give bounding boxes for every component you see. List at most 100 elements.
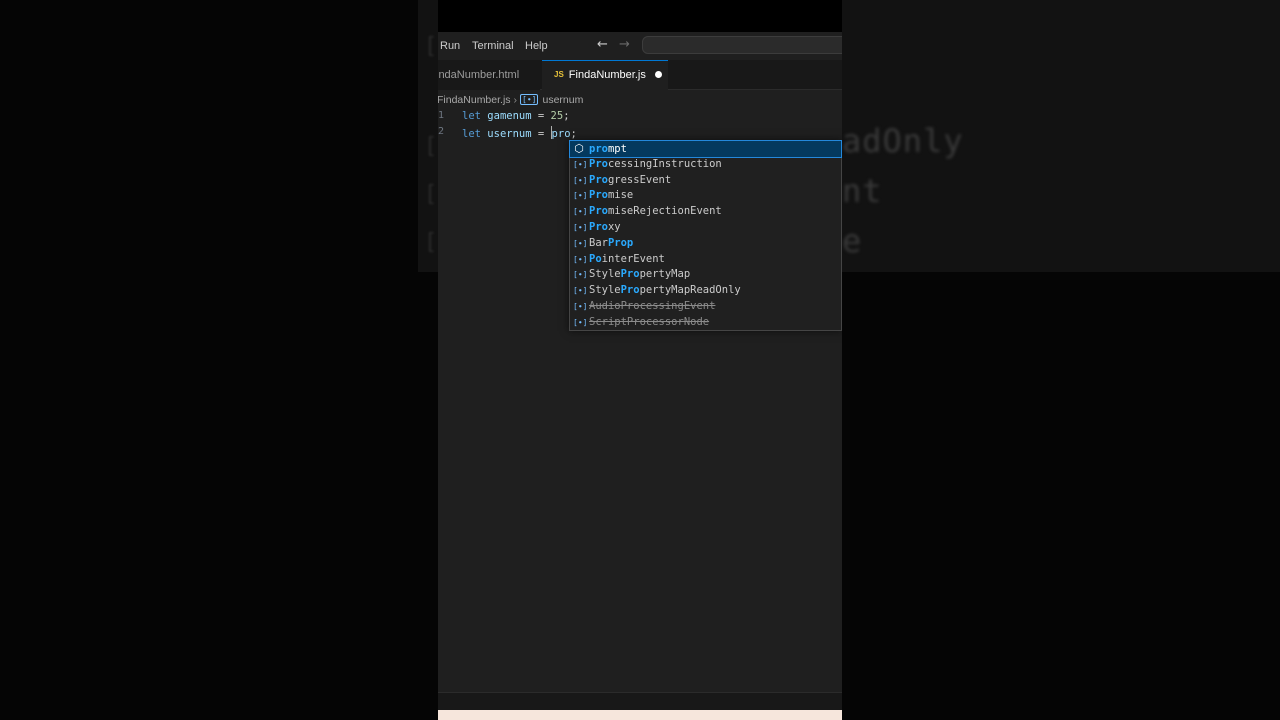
menu-terminal[interactable]: Terminal bbox=[472, 40, 514, 52]
suggestion-label: Promise bbox=[589, 189, 633, 201]
suggestion-item[interactable]: [∙] ScriptProcessorNode bbox=[570, 315, 841, 331]
breadcrumb-symbol[interactable]: usernum bbox=[542, 94, 583, 106]
menu-help[interactable]: Help bbox=[525, 40, 548, 52]
suggestion-item[interactable]: [∙] BarProp bbox=[570, 236, 841, 252]
operator: = bbox=[537, 110, 545, 122]
variable-icon: [∙] bbox=[573, 286, 588, 296]
background-ghost-text: nt bbox=[842, 172, 883, 210]
identifier: gamenum bbox=[487, 110, 532, 122]
autocomplete-widget: ⬡ prompt [∙] ProcessingInstruction [∙] Progre… bbox=[569, 140, 842, 331]
suggestion-label: PromiseRejectionEvent bbox=[589, 205, 722, 217]
keyword: let bbox=[462, 110, 481, 122]
identifier: usernum bbox=[487, 128, 532, 140]
suggestion-match: Pro bbox=[589, 157, 608, 170]
javascript-file-icon: JS bbox=[554, 70, 564, 79]
command-center-search[interactable] bbox=[642, 36, 842, 54]
variable-icon: [∙] bbox=[573, 254, 588, 264]
suggestion-label: ScriptProcessorNode bbox=[589, 316, 709, 328]
variable-icon: [∙] bbox=[573, 159, 588, 169]
suggestion-match: Po bbox=[589, 252, 602, 265]
bottom-bar bbox=[438, 710, 842, 720]
suggestion-text: pertyMap bbox=[639, 268, 691, 281]
editor-tabs: indaNumber.html JS FindaNumber.js bbox=[438, 60, 842, 90]
suggestion-text: ScriptProcessorNode bbox=[589, 315, 710, 328]
suggestion-item[interactable]: ⬡ prompt bbox=[569, 140, 842, 158]
suggestion-text: cessingInstruction bbox=[607, 157, 722, 170]
background-ghost-bracket: [ bbox=[424, 34, 438, 59]
suggestion-match: Pro bbox=[620, 268, 640, 281]
line-number: 1 bbox=[438, 110, 445, 121]
suggestion-text: Bar bbox=[589, 236, 608, 249]
variable-icon: [∙] bbox=[573, 207, 588, 217]
semicolon: ; bbox=[570, 128, 577, 140]
typed-text: pro bbox=[551, 128, 571, 140]
suggestion-item[interactable]: [∙] ProgressEvent bbox=[570, 173, 841, 189]
suggestion-item[interactable]: [∙] StylePropertyMap bbox=[570, 267, 841, 283]
suggestion-item[interactable]: [∙] Promise bbox=[570, 188, 841, 204]
suggestion-match: Pro bbox=[589, 173, 608, 186]
suggestion-item[interactable]: [∙] StylePropertyMapReadOnly bbox=[570, 283, 841, 299]
suggestion-match: Pro bbox=[589, 221, 608, 233]
suggestion-text: mpt bbox=[607, 143, 627, 155]
tab-label: FindaNumber.js bbox=[568, 69, 646, 81]
tab-findanumber-js[interactable]: JS FindaNumber.js bbox=[542, 60, 668, 90]
tab-label: indaNumber.html bbox=[438, 69, 520, 81]
number-literal: 25 bbox=[550, 110, 564, 122]
arrow-left-icon[interactable]: ← bbox=[597, 37, 608, 52]
suggestion-label: PointerEvent bbox=[589, 253, 665, 265]
suggestion-item[interactable]: [∙] PointerEvent bbox=[570, 252, 841, 268]
keyword: let bbox=[462, 128, 481, 140]
suggestion-item[interactable]: [∙] AudioProcessingEvent bbox=[570, 299, 841, 315]
arrow-right-icon[interactable]: → bbox=[619, 37, 630, 52]
suggestion-label: StylePropertyMap bbox=[589, 268, 690, 280]
line-number: 2 bbox=[438, 126, 445, 137]
operator: = bbox=[537, 128, 545, 140]
suggestion-text: gressEvent bbox=[607, 173, 672, 186]
suggestion-item[interactable]: [∙] Proxy bbox=[570, 220, 841, 236]
variable-icon: [∙] bbox=[573, 302, 588, 311]
unsaved-dot-icon[interactable] bbox=[654, 71, 662, 78]
suggestion-text: Style bbox=[589, 284, 621, 297]
chevron-right-icon: › bbox=[513, 94, 518, 106]
suggestion-text: interEvent bbox=[601, 252, 665, 265]
background-ghost-text: adOnly bbox=[842, 122, 964, 160]
suggestion-match: Pro bbox=[589, 189, 608, 202]
variable-icon: [∙] bbox=[520, 94, 539, 105]
suggestion-text: miseRejectionEvent bbox=[607, 205, 722, 218]
suggestion-text: xy bbox=[607, 221, 621, 233]
cube-icon: ⬡ bbox=[574, 142, 584, 155]
suggestion-item[interactable]: [∙] PromiseRejectionEvent bbox=[570, 204, 841, 220]
suggestion-label: ProgressEvent bbox=[589, 174, 671, 186]
suggestion-match: Prop bbox=[607, 236, 634, 249]
top-letterbox bbox=[438, 0, 842, 32]
suggestion-label: ProcessingInstruction bbox=[589, 158, 722, 170]
variable-icon: [∙] bbox=[573, 317, 588, 327]
variable-icon: [∙] bbox=[573, 270, 588, 280]
variable-icon: [∙] bbox=[573, 191, 588, 201]
status-bar bbox=[438, 692, 842, 710]
menu-run[interactable]: Run bbox=[440, 40, 460, 52]
suggestion-text: AudioProcessingEvent bbox=[589, 300, 716, 312]
code-line-1: let gamenum = 25; bbox=[462, 110, 570, 122]
breadcrumb: FindaNumber.js › [∙] usernum bbox=[438, 90, 842, 110]
tab-findanumber-html[interactable]: indaNumber.html bbox=[438, 60, 540, 90]
suggestion-match: Pro bbox=[620, 284, 640, 297]
suggestion-item[interactable]: [∙] ProcessingInstruction bbox=[570, 157, 841, 173]
background-ghost-text: e bbox=[842, 222, 863, 260]
suggestion-match: Pro bbox=[589, 205, 608, 218]
suggestion-text: pertyMapReadOnly bbox=[639, 284, 741, 297]
suggestion-text: Style bbox=[589, 268, 621, 281]
suggestion-match: pro bbox=[589, 143, 608, 155]
suggestion-label: AudioProcessingEvent bbox=[589, 300, 715, 312]
variable-icon: [∙] bbox=[573, 223, 588, 232]
background-ghost-bracket: [ bbox=[424, 230, 438, 255]
title-bar: Run Terminal Help ← → bbox=[438, 32, 842, 60]
code-editor[interactable]: 1 2 let gamenum = 25; let usernum = pro;… bbox=[438, 110, 842, 692]
suggestion-label: Proxy bbox=[589, 221, 621, 233]
breadcrumb-file[interactable]: FindaNumber.js bbox=[438, 94, 511, 106]
suggestion-label: BarProp bbox=[589, 237, 633, 249]
suggestion-text: mise bbox=[607, 189, 634, 202]
background-ghost-bracket: [ bbox=[424, 182, 438, 207]
semicolon: ; bbox=[563, 110, 570, 122]
suggestion-label: StylePropertyMapReadOnly bbox=[589, 284, 741, 296]
